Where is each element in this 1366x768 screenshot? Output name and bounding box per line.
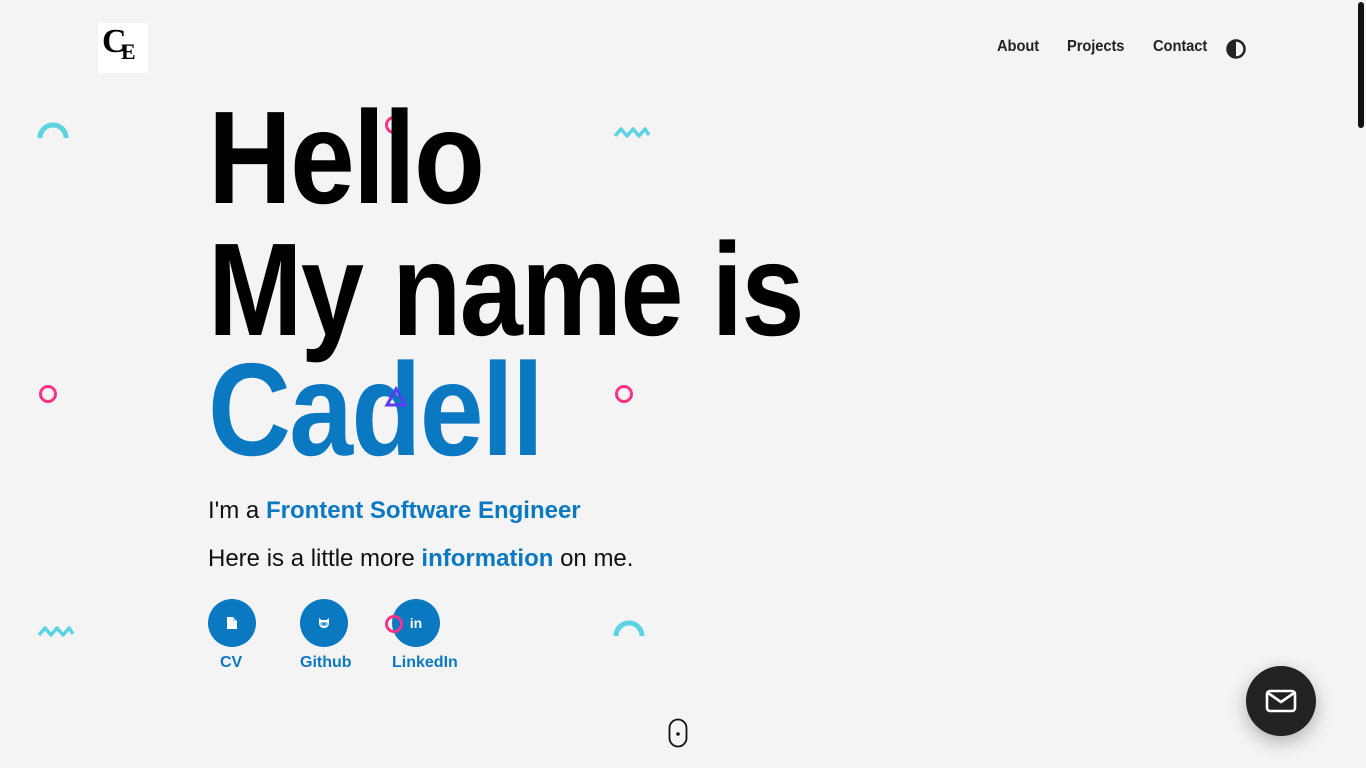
decor-circle-icon	[39, 385, 57, 403]
contact-fab-button[interactable]	[1246, 666, 1316, 736]
theme-toggle-button[interactable]	[1226, 39, 1246, 59]
decor-circle-icon	[615, 385, 633, 403]
github-label: Github	[300, 654, 352, 671]
hero-name: Cadell	[208, 336, 544, 483]
file-icon	[227, 617, 237, 629]
cv-label: CV	[220, 654, 243, 671]
decor-zigzag-icon	[613, 127, 651, 138]
linkedin-link[interactable]: in LinkedIn	[392, 599, 458, 672]
linkedin-icon: in	[409, 615, 423, 631]
contrast-icon	[1226, 39, 1246, 59]
github-button[interactable]	[300, 599, 348, 647]
site-logo[interactable]: C E	[98, 23, 148, 73]
info-prefix: Here is a little more	[208, 545, 422, 572]
logo-letter-e: E	[121, 39, 136, 64]
info-link[interactable]: information	[421, 545, 553, 572]
decor-arc-icon	[37, 122, 69, 139]
github-icon	[319, 618, 329, 628]
cv-button[interactable]	[208, 599, 256, 647]
github-link[interactable]: Github	[300, 599, 352, 672]
info-line: Here is a little more information on me.	[208, 545, 633, 573]
hero-greeting: Hello	[208, 84, 485, 231]
decor-zigzag-icon	[37, 626, 75, 637]
cv-link[interactable]: CV	[208, 599, 256, 672]
mouse-scroll-icon[interactable]	[668, 718, 688, 748]
nav-contact-link[interactable]: Contact	[1153, 38, 1207, 56]
page-scrollbar[interactable]	[1358, 2, 1364, 128]
role-line: I'm a Frontent Software Engineer	[208, 497, 581, 525]
decor-triangle-icon	[384, 386, 408, 407]
role-title: Frontent Software Engineer	[265, 497, 581, 524]
decor-circle-icon	[385, 615, 403, 633]
nav-projects-link[interactable]: Projects	[1067, 38, 1124, 56]
nav-about-link[interactable]: About	[997, 38, 1039, 56]
decor-arc-icon	[613, 620, 645, 637]
main-nav: About Projects Contact	[973, 38, 1212, 56]
role-prefix: I'm a	[208, 497, 266, 524]
linkedin-label: LinkedIn	[392, 654, 458, 671]
mail-icon	[1265, 689, 1297, 713]
info-suffix: on me.	[553, 545, 634, 572]
